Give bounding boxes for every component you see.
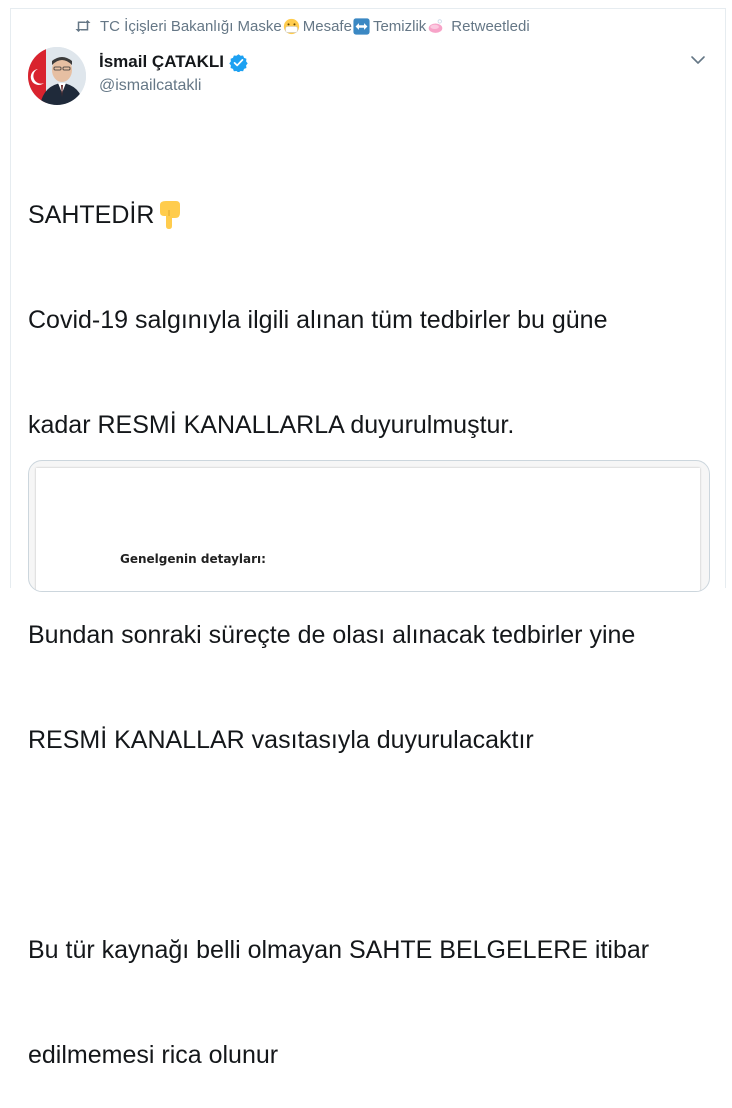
tweet-line-3: kadar RESMİ KANALLARLA duyurulmuştur. <box>28 411 515 439</box>
profile-photo <box>28 47 86 105</box>
left-right-arrow-emoji <box>353 17 370 35</box>
tweet-line-9: edilmemesi rica olunur <box>28 1041 279 1069</box>
tweet-text: SAHTEDİR Covid-19 salgınıyla ilgili alın… <box>28 128 708 1108</box>
retweet-context: TC İçişleri Bakanlığı Maske Mesafe Temiz… <box>74 16 530 36</box>
display-name[interactable]: İsmail ÇATAKLI <box>99 52 224 72</box>
author-name-row[interactable]: İsmail ÇATAKLI <box>99 51 248 73</box>
mask-face-emoji <box>283 18 299 34</box>
soap-emoji <box>428 18 443 33</box>
attached-image[interactable]: Genelgenin detayları: <box>28 460 710 592</box>
avatar[interactable] <box>28 47 86 105</box>
document-page: Genelgenin detayları: <box>36 468 700 591</box>
chevron-down-icon[interactable] <box>690 54 706 66</box>
tweet-line-2: Covid-19 salgınıyla ilgili alınan tüm te… <box>28 306 608 334</box>
retweeted-label: Retweetledi <box>451 17 530 35</box>
retweeter-name-part-3[interactable]: Temizlik <box>373 18 426 35</box>
document-heading: Genelgenin detayları: <box>120 552 266 566</box>
tweet-line-8: Bu tür kaynağı belli olmayan SAHTE BELGE… <box>28 936 650 964</box>
tweet-line-1: SAHTEDİR <box>28 198 708 233</box>
tweet-line-5: Bundan sonraki süreçte de olası alınacak… <box>28 621 636 649</box>
retweet-icon <box>75 20 91 32</box>
verified-badge-icon <box>229 53 248 72</box>
tweet-line-1-text: SAHTEDİR <box>28 201 155 229</box>
retweeter-name[interactable]: TC İçişleri Bakanlığı Maske <box>100 18 282 35</box>
retweeter-name-part-2[interactable]: Mesafe <box>303 18 352 35</box>
user-handle[interactable]: @ismailcatakli <box>99 77 201 95</box>
tweet-line-6: RESMİ KANALLAR vasıtasıyla duyurulacaktı… <box>28 726 534 754</box>
backhand-index-pointing-down-emoji <box>160 201 181 229</box>
